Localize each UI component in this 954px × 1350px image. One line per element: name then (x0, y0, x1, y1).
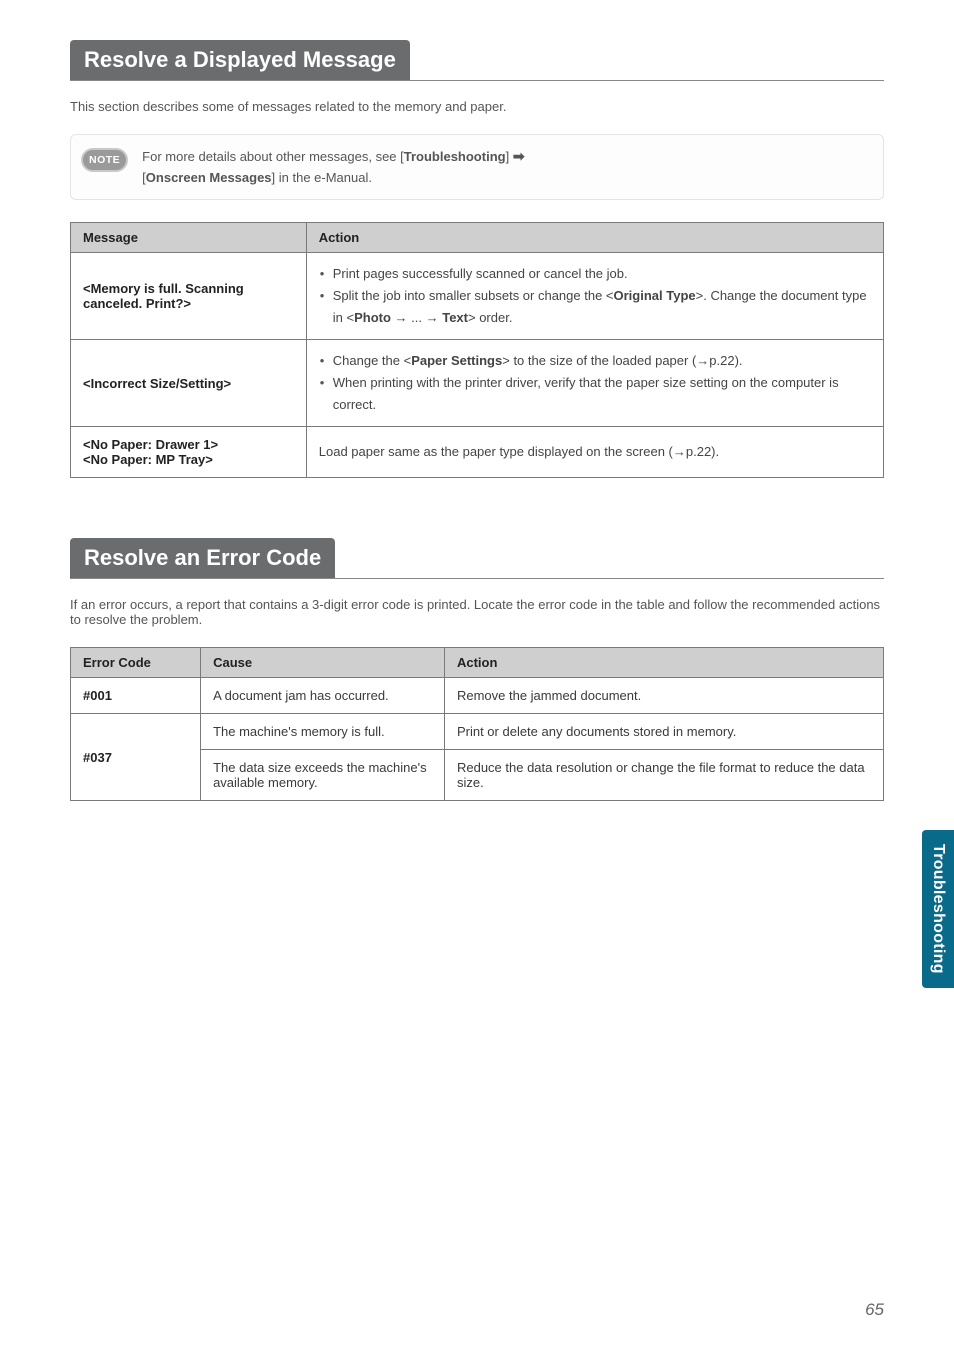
table-row: <Incorrect Size/Setting> Change the <Pap… (71, 339, 884, 426)
list-item-text: Print pages successfully scanned or canc… (333, 266, 628, 281)
list-item: Split the job into smaller subsets or ch… (319, 285, 871, 329)
action-cell: Reduce the data resolution or change the… (444, 750, 883, 801)
note-c: ] (506, 149, 513, 164)
cause-cell: The machine's memory is full. (201, 714, 445, 750)
note-badge-icon: NOTE (81, 148, 128, 172)
table-row: #001 A document jam has occurred. Remove… (71, 678, 884, 714)
note-b: Troubleshooting (404, 149, 506, 164)
section2-intro: If an error occurs, a report that contai… (70, 597, 884, 627)
message-cell: <Incorrect Size/Setting> (71, 339, 307, 426)
action-cell: Print pages successfully scanned or canc… (306, 252, 883, 339)
list-item: Print pages successfully scanned or canc… (319, 263, 871, 285)
message-cell: <No Paper: Drawer 1><No Paper: MP Tray> (71, 427, 307, 478)
header-action: Action (444, 648, 883, 678)
action-cell: Change the <Paper Settings> to the size … (306, 339, 883, 426)
section-title-resolve-error: Resolve an Error Code (70, 538, 335, 578)
header-error-code: Error Code (71, 648, 201, 678)
table-header-row: Message Action (71, 222, 884, 252)
action-cell: Load paper same as the paper type displa… (306, 427, 883, 478)
header-message: Message (71, 222, 307, 252)
cause-cell: A document jam has occurred. (201, 678, 445, 714)
table-row: <No Paper: Drawer 1><No Paper: MP Tray> … (71, 427, 884, 478)
arrow-icon: ➡ (513, 148, 525, 164)
section1-intro: This section describes some of messages … (70, 99, 884, 114)
error-code-cell: #037 (71, 714, 201, 801)
cause-cell: The data size exceeds the machine's avai… (201, 750, 445, 801)
error-code-cell: #001 (71, 678, 201, 714)
list-item: When printing with the printer driver, v… (319, 372, 871, 416)
table-row: <Memory is full. Scanning canceled. Prin… (71, 252, 884, 339)
messages-table: Message Action <Memory is full. Scanning… (70, 222, 884, 479)
note-a: For more details about other messages, s… (142, 149, 404, 164)
header-cause: Cause (201, 648, 445, 678)
page-number: 65 (865, 1300, 884, 1320)
list-item: Change the <Paper Settings> to the size … (319, 350, 871, 372)
action-cell: Remove the jammed document. (444, 678, 883, 714)
side-tab-troubleshooting: Troubleshooting (922, 830, 954, 988)
note-e: Onscreen Messages (146, 170, 272, 185)
note-box: NOTE For more details about other messag… (70, 134, 884, 200)
section-title-resolve-message: Resolve a Displayed Message (70, 40, 410, 80)
action-cell: Print or delete any documents stored in … (444, 714, 883, 750)
table-row: #037 The machine's memory is full. Print… (71, 714, 884, 750)
note-text: For more details about other messages, s… (142, 145, 524, 189)
table-header-row: Error Code Cause Action (71, 648, 884, 678)
error-codes-table: Error Code Cause Action #001 A document … (70, 647, 884, 801)
note-f: ] in the e-Manual. (272, 170, 372, 185)
message-cell: <Memory is full. Scanning canceled. Prin… (71, 252, 307, 339)
header-action: Action (306, 222, 883, 252)
list-item-text: When printing with the printer driver, v… (333, 375, 839, 412)
